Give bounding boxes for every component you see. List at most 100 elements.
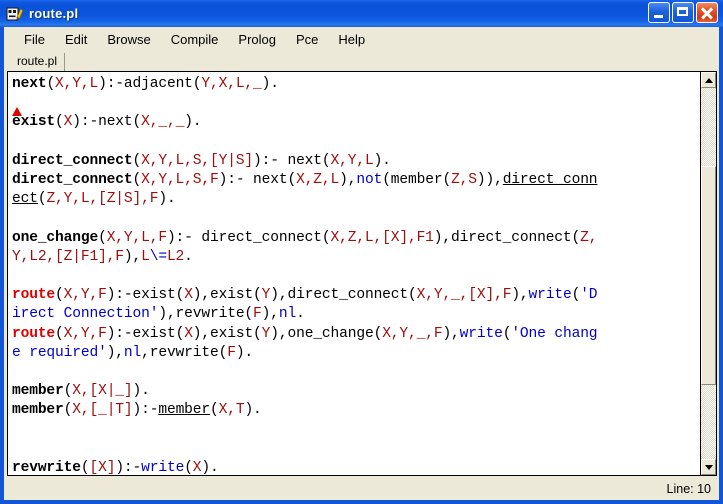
code-token: nl xyxy=(123,344,142,361)
code-token: ):- next( xyxy=(218,172,297,189)
code-token: X,[_|T] xyxy=(72,402,133,419)
prolog-app-icon xyxy=(6,7,24,20)
code-token: direct_conn xyxy=(502,172,598,189)
scroll-track-below[interactable] xyxy=(701,385,716,459)
code-token: X,Y,_,[X],F xyxy=(416,287,512,304)
scroll-thumb[interactable] xyxy=(701,165,716,385)
code-token: ). xyxy=(373,152,391,169)
caret-marker-triangle xyxy=(12,107,22,117)
code-token: X,Y,L xyxy=(55,76,99,92)
menu-bar: File Edit Browse Compile Prolog Pce Help xyxy=(4,27,719,51)
code-token: member xyxy=(158,402,211,419)
code-token: X,Y,_,F xyxy=(382,325,443,342)
code-token: direct_connect xyxy=(12,152,133,169)
minimize-button[interactable] xyxy=(648,2,670,23)
status-line-indicator: Line: 10 xyxy=(666,482,711,496)
menu-item-file[interactable]: File xyxy=(14,30,55,49)
code-token: Y xyxy=(261,325,271,342)
app-window: route.pl File Edit Browse Compile Prolog… xyxy=(0,0,723,504)
scroll-down-arrow[interactable] xyxy=(701,459,716,475)
code-token: X,_,_ xyxy=(141,114,185,131)
code-token: ), xyxy=(106,344,124,361)
code-token: nl xyxy=(278,306,297,323)
code-token: L2 xyxy=(166,248,185,265)
code-token: ),revwrite( xyxy=(158,306,254,323)
scroll-up-arrow[interactable] xyxy=(701,72,716,88)
code-token: X xyxy=(63,114,73,131)
code-token: Z,Y,L,[Z|S],F xyxy=(46,191,159,208)
code-token: ( xyxy=(46,76,56,92)
code-token: X xyxy=(184,325,193,342)
code-token: ( xyxy=(63,402,73,419)
code-token: next xyxy=(12,76,47,92)
source-code[interactable]: next(X,Y,L):-adjacent(Y,X,L,_). exist(X)… xyxy=(12,75,700,475)
code-token: X,Y,L xyxy=(330,152,374,169)
code-token: ), xyxy=(339,172,357,189)
code-token: ( xyxy=(55,287,64,304)
code-token: member xyxy=(12,383,64,400)
code-token: ( xyxy=(132,172,142,189)
code-token: ,revwrite( xyxy=(141,344,228,361)
code-token: Y,L2,[Z|F1],F xyxy=(12,248,124,265)
menu-item-edit[interactable]: Edit xyxy=(55,30,97,49)
code-token: . xyxy=(296,306,305,323)
code-token: ), xyxy=(261,306,279,323)
code-token: X,Y,L,S,F xyxy=(141,172,219,189)
menu-item-compile[interactable]: Compile xyxy=(161,30,229,49)
code-token: ):-adjacent( xyxy=(98,76,202,92)
tab-route-pl[interactable]: route.pl xyxy=(10,53,66,71)
code-token: e required' xyxy=(12,344,107,361)
scroll-track[interactable] xyxy=(701,88,716,459)
code-token: ):- direct_connect( xyxy=(166,229,331,246)
code-token: ), xyxy=(123,248,142,265)
code-token: ). xyxy=(132,383,150,400)
code-token: ),exist( xyxy=(192,287,262,304)
code-token: X,Z,L,[X],F1 xyxy=(330,229,434,246)
menu-item-prolog[interactable]: Prolog xyxy=(228,30,286,49)
title-bar: route.pl xyxy=(0,0,723,27)
code-token: X,Y,F xyxy=(63,287,107,304)
code-token: \= xyxy=(149,248,167,265)
code-token: write xyxy=(459,325,503,342)
close-button[interactable] xyxy=(696,2,718,23)
code-token: ):- xyxy=(115,460,142,475)
code-token: (member( xyxy=(382,172,452,189)
scroll-track-above[interactable] xyxy=(701,88,716,166)
code-text-area[interactable]: next(X,Y,L):-adjacent(Y,X,L,_). exist(X)… xyxy=(8,72,700,475)
code-token: irect Connection' xyxy=(12,306,159,323)
code-token: X,Y,L,F xyxy=(106,229,167,246)
code-token: ), xyxy=(511,287,529,304)
code-token: route xyxy=(12,287,56,304)
code-token: ). xyxy=(235,344,254,361)
code-token: one_change xyxy=(12,229,99,246)
code-token: X,Y,F xyxy=(63,325,107,342)
tab-strip: route.pl xyxy=(4,51,719,71)
menu-item-browse[interactable]: Browse xyxy=(97,30,160,49)
maximize-button[interactable] xyxy=(672,2,694,23)
code-token: ):-exist( xyxy=(106,325,185,342)
code-token: [X] xyxy=(89,460,116,475)
code-token: X,Z,L xyxy=(296,172,340,189)
code-token: Z,S xyxy=(451,172,477,189)
code-token: ). xyxy=(184,114,202,131)
vertical-scrollbar[interactable] xyxy=(700,72,716,475)
code-token: write xyxy=(528,287,572,304)
code-token: ),direct_connect( xyxy=(433,229,581,246)
code-token: ( xyxy=(184,460,193,475)
code-token: ):-exist( xyxy=(106,287,185,304)
code-token: write xyxy=(141,460,185,475)
code-token: ). xyxy=(201,460,219,475)
code-token: X,Y,L,S,[Y|S] xyxy=(141,152,254,169)
code-token: L xyxy=(141,248,150,265)
code-token: 'D xyxy=(580,287,598,304)
status-bar: Line: 10 xyxy=(4,478,719,500)
code-token: X xyxy=(184,287,193,304)
code-token: member xyxy=(12,402,64,419)
code-token: route xyxy=(12,325,56,342)
code-token: ):- xyxy=(132,402,159,419)
code-token: )), xyxy=(476,172,503,189)
menu-item-pce[interactable]: Pce xyxy=(286,30,328,49)
code-token: ),one_change( xyxy=(270,325,383,342)
code-token: ),direct_connect( xyxy=(270,287,417,304)
menu-item-help[interactable]: Help xyxy=(328,30,375,49)
